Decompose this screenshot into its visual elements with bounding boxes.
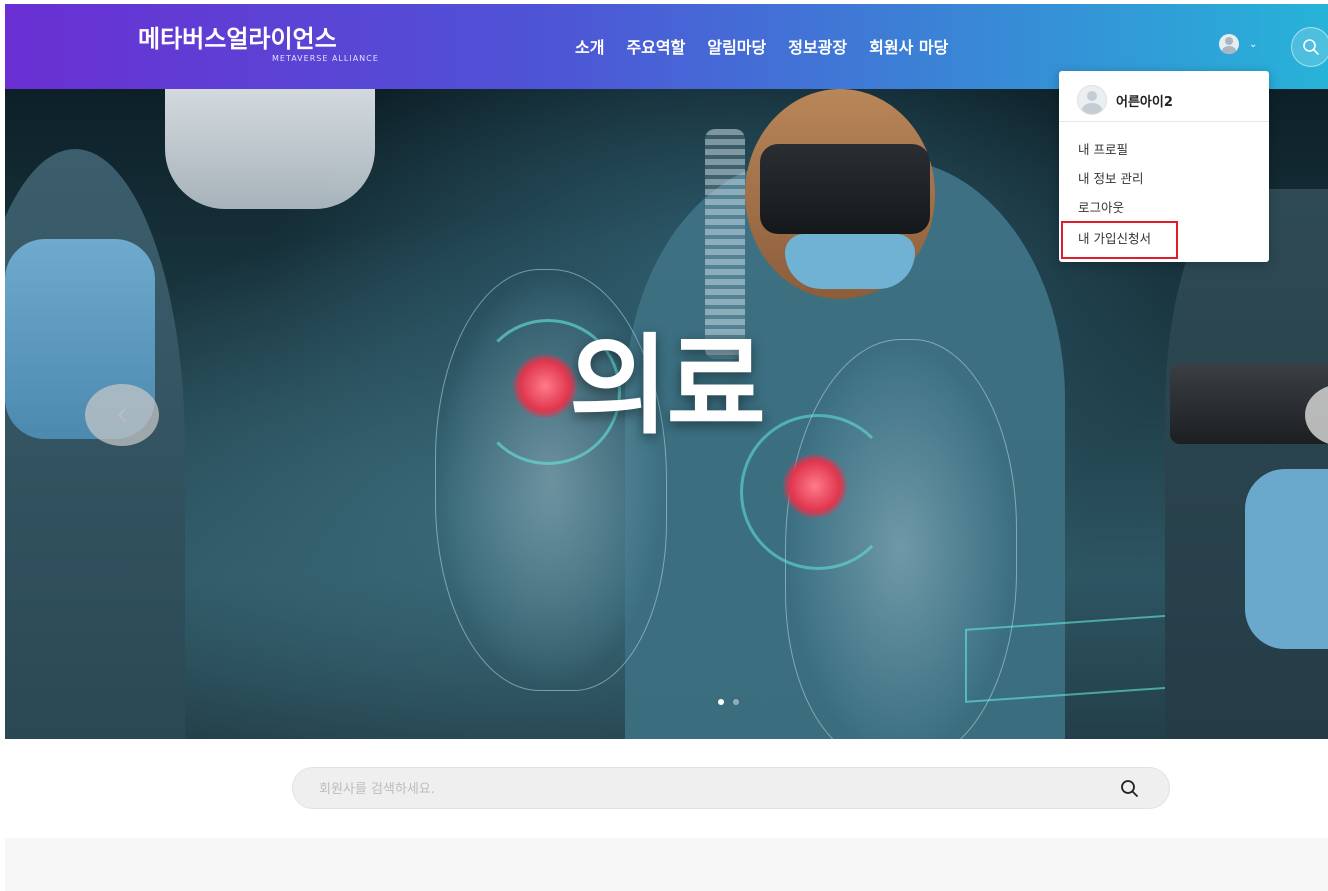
hero-image-tumor-spot [783, 454, 847, 518]
menu-item-logout[interactable]: 로그아웃 [1078, 197, 1124, 216]
dropdown-user-info: 어른아이2 [1077, 85, 1173, 115]
dropdown-username: 어른아이2 [1116, 94, 1173, 110]
logo-title: 메타버스얼라이언스 [138, 25, 337, 53]
member-search-bar [292, 767, 1170, 810]
menu-item-my-profile[interactable]: 내 프로필 [1078, 139, 1128, 158]
divider [1059, 121, 1269, 122]
content-section [5, 838, 1328, 891]
menu-item-account-settings[interactable]: 내 정보 관리 [1078, 168, 1143, 187]
nav-item-roles[interactable]: 주요역할 [626, 34, 685, 58]
carousel-dot-2[interactable] [733, 699, 739, 705]
header-search-button[interactable] [1291, 27, 1328, 67]
nav-item-intro[interactable]: 소개 [575, 34, 604, 58]
chevron-left-icon [117, 408, 126, 422]
hero-title: 의료 [569, 324, 766, 449]
main-nav: 소개 주요역할 알림마당 정보광장 회원사 마당 [575, 34, 948, 58]
hero-image-mask-center [785, 234, 915, 289]
nav-item-notice[interactable]: 알림마당 [707, 34, 766, 58]
hero-image-vr-headset [760, 144, 930, 234]
carousel-prev-button[interactable] [85, 384, 159, 446]
logo-subtitle: METAVERSE ALLIANCE [272, 54, 379, 63]
chevron-down-icon: ⌄ [1249, 38, 1258, 50]
search-icon [1303, 39, 1319, 55]
avatar [1219, 34, 1239, 54]
search-icon [1121, 780, 1138, 797]
logo[interactable]: 메타버스얼라이언스 [138, 26, 337, 52]
member-search-input[interactable] [317, 768, 1101, 810]
hero-image-mask-right [1245, 469, 1328, 649]
hero-image-vr-left [165, 89, 375, 209]
user-menu-button[interactable]: ⌄ [1219, 34, 1257, 54]
avatar [1077, 85, 1107, 115]
carousel-dots [718, 699, 739, 705]
nav-item-info[interactable]: 정보광장 [788, 34, 847, 58]
hero-image-surgeon-right [1165, 189, 1328, 739]
highlight-annotation [1061, 221, 1178, 259]
member-search-button[interactable] [1118, 777, 1142, 801]
carousel-dot-1[interactable] [718, 699, 724, 705]
nav-item-members[interactable]: 회원사 마당 [869, 34, 948, 58]
